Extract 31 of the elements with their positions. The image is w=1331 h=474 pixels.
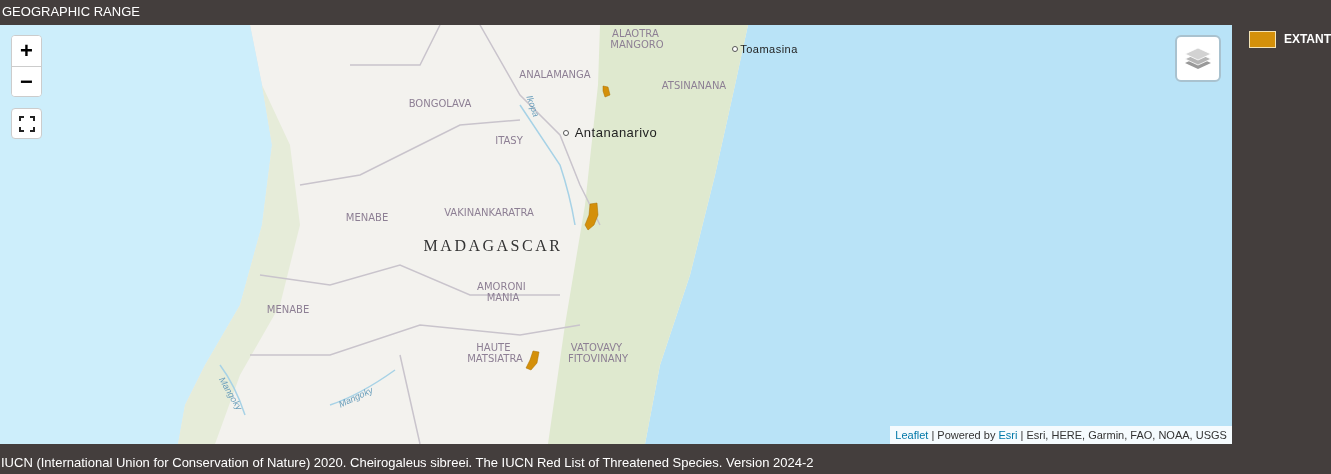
river-label: Ikopa xyxy=(524,93,542,119)
fullscreen-button[interactable] xyxy=(11,108,42,139)
fullscreen-icon xyxy=(18,115,35,132)
region-label: ALAOTRA MANGORO xyxy=(610,28,664,50)
attribution-text: Leaflet | Powered by Esri | Esri, HERE, Garmin, FAO, NOAA, USGS xyxy=(890,425,1232,444)
legend-label: EXTANT xyxy=(1283,31,1331,48)
zoom-out-button[interactable]: − xyxy=(12,66,41,96)
range-area xyxy=(525,350,540,371)
region-label: ITASY xyxy=(495,135,523,146)
layers-button[interactable] xyxy=(1174,35,1221,82)
region-label: ANALAMANGA xyxy=(519,69,591,80)
region-label: AMORONI MANIA xyxy=(477,281,526,303)
region-label: MENABE xyxy=(266,304,310,315)
city-dot-icon xyxy=(563,130,569,136)
region-label: VAKINANKARATRA xyxy=(444,207,534,218)
region-label: ATSINANANA xyxy=(661,80,727,91)
attribution-link[interactable]: Leaflet xyxy=(895,428,929,441)
citation-text: IUCN (International Union for Conservation of Nature) 2020. Cheirogaleus sibreei. The IUCN Red List of Threatened Species. Version 2024-2 xyxy=(1,455,814,471)
section-title: GEOGRAPHIC RANGE xyxy=(2,3,140,21)
range-area xyxy=(584,202,599,231)
region-label: HAUTE MATSIATRA xyxy=(467,342,523,364)
attribution-link[interactable]: Esri xyxy=(998,428,1018,441)
country-label: MADAGASCAR xyxy=(423,237,563,254)
city-label: Toamasina xyxy=(740,43,798,55)
city-label: Antananarivo xyxy=(574,125,658,140)
range-area xyxy=(602,85,611,98)
layers-icon xyxy=(1183,45,1212,72)
city-dot-icon xyxy=(732,46,738,52)
region-label: VATOVAVY FITOVINANY xyxy=(567,342,629,364)
region-label: MENABE xyxy=(345,212,389,223)
region-label: BONGOLAVA xyxy=(408,98,472,109)
